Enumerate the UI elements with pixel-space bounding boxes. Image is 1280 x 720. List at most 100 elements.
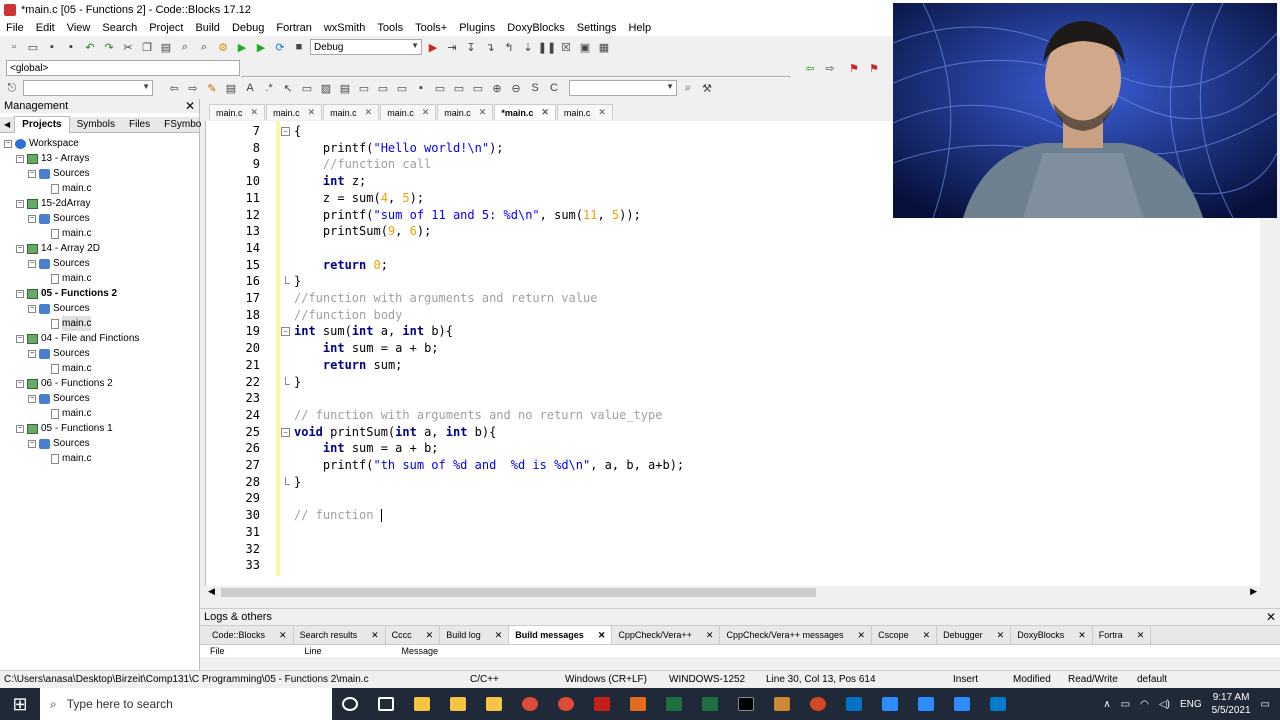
menu-help[interactable]: Help xyxy=(622,22,657,34)
step-into-icon[interactable]: ↴ xyxy=(482,39,498,55)
task-view-icon[interactable] xyxy=(368,688,404,720)
tab-symbols[interactable]: Symbols xyxy=(70,117,122,133)
collapse-icon[interactable]: − xyxy=(16,154,24,163)
code-line[interactable]: printf("th sum of %d and %d is %d\n", a,… xyxy=(294,458,684,472)
menu-view[interactable]: View xyxy=(61,22,97,34)
tree-node-src[interactable]: − Sources xyxy=(0,391,199,406)
network-icon[interactable]: ▭ xyxy=(1121,699,1130,710)
collapse-icon[interactable]: − xyxy=(28,304,36,313)
menu-project[interactable]: Project xyxy=(143,22,189,34)
code-line[interactable]: return 0; xyxy=(294,258,388,272)
menu-settings[interactable]: Settings xyxy=(571,22,623,34)
zoom2-icon[interactable] xyxy=(908,688,944,720)
col-message[interactable]: Message xyxy=(402,645,439,657)
align2-icon[interactable]: ▭ xyxy=(375,80,391,96)
tree-node-file[interactable]: main.c xyxy=(0,226,199,241)
jump-forward-icon[interactable]: ⇨ xyxy=(822,60,838,76)
menu-plugins[interactable]: Plugins xyxy=(453,22,501,34)
close-tab-icon[interactable]: ✕ xyxy=(598,107,606,118)
logs-tab[interactable]: CppCheck/Vera++ ✕ xyxy=(612,626,721,644)
chrome2-icon[interactable] xyxy=(548,688,584,720)
zoom-icon[interactable] xyxy=(872,688,908,720)
bookmark-toggle-icon[interactable]: ⚑ xyxy=(846,60,862,76)
regex-icon[interactable]: .* xyxy=(261,80,277,96)
redo-icon[interactable]: ↷ xyxy=(101,39,117,55)
info-icon[interactable]: ▦ xyxy=(596,39,612,55)
menu-file[interactable]: File xyxy=(0,22,30,34)
collapse-icon[interactable]: − xyxy=(16,199,24,208)
pause-icon[interactable]: ❚❚ xyxy=(538,39,556,55)
frame-icon[interactable]: ▭ xyxy=(432,80,448,96)
build-gear-icon[interactable]: ⚙ xyxy=(215,39,231,55)
select-icon[interactable]: ▤ xyxy=(223,80,239,96)
tree-node-src[interactable]: − Sources xyxy=(0,166,199,181)
vscode-icon[interactable] xyxy=(980,688,1016,720)
save-icon[interactable]: ▪ xyxy=(44,39,60,55)
code-line[interactable]: int sum = a + b; xyxy=(294,341,439,355)
menu-fortran[interactable]: Fortran xyxy=(270,22,317,34)
col-line[interactable]: Line xyxy=(305,645,322,657)
menu-search[interactable]: Search xyxy=(96,22,143,34)
image-icon[interactable]: ▨ xyxy=(318,80,334,96)
tree-node-proj[interactable]: − 15-2dArray xyxy=(0,196,199,211)
jump-back-icon[interactable]: ⇦ xyxy=(802,60,818,76)
close-tab-icon[interactable]: ✕ xyxy=(251,107,259,118)
tree-node-file[interactable]: main.c xyxy=(0,316,199,331)
tree-node-file[interactable]: main.c xyxy=(0,271,199,286)
replace-icon[interactable]: ⌕ xyxy=(196,39,212,55)
logs-tab[interactable]: DoxyBlocks ✕ xyxy=(1011,626,1093,644)
tree-node-proj[interactable]: − 13 - Arrays xyxy=(0,151,199,166)
zoom3-icon[interactable] xyxy=(944,688,980,720)
build-target-select[interactable]: Debug ▼ xyxy=(310,39,422,55)
close-tab-icon[interactable]: ✕ xyxy=(371,630,379,641)
logs-tab[interactable]: Fortra ✕ xyxy=(1093,626,1152,644)
close-tab-icon[interactable]: ✕ xyxy=(279,630,287,641)
tree-node-file[interactable]: main.c xyxy=(0,406,199,421)
close-tab-icon[interactable]: ✕ xyxy=(997,630,1005,641)
tree-node-file[interactable]: main.c xyxy=(0,181,199,196)
tab-fsymbols[interactable]: FSymbo xyxy=(157,117,208,133)
code-line[interactable]: //function with arguments and return val… xyxy=(294,291,597,305)
code-line[interactable]: } xyxy=(294,375,301,389)
undo-icon[interactable]: ↶ xyxy=(82,39,98,55)
tree-node-src[interactable]: − Sources xyxy=(0,301,199,316)
next-line-icon[interactable]: ↧ xyxy=(463,39,479,55)
tree-node-proj[interactable]: − 05 - Functions 1 xyxy=(0,421,199,436)
tab-files[interactable]: Files xyxy=(122,117,157,133)
editor-horizontal-scrollbar[interactable]: ◀ ▶ xyxy=(205,586,1260,600)
code-line[interactable]: // function xyxy=(294,508,382,523)
collapse-icon[interactable]: − xyxy=(16,289,24,298)
tree-node-src[interactable]: − Sources xyxy=(0,436,199,451)
find-icon[interactable]: ⌕ xyxy=(177,39,193,55)
windows-start-icon[interactable]: ⊞ xyxy=(0,688,40,720)
frame3-icon[interactable]: ▭ xyxy=(470,80,486,96)
chrome-icon[interactable] xyxy=(512,688,548,720)
build-and-run-icon[interactable]: ▶ xyxy=(253,39,269,55)
code-line[interactable]: } xyxy=(294,274,301,288)
codeblocks-active-icon[interactable] xyxy=(764,688,800,720)
close-tab-icon[interactable]: ✕ xyxy=(422,107,430,118)
code-line[interactable]: printSum(9, 6); xyxy=(294,224,431,238)
stop-debug-icon[interactable]: ☒ xyxy=(558,39,574,55)
zoom-out-icon[interactable]: ⊖ xyxy=(508,80,524,96)
bookmark-prev-icon[interactable]: ⚑ xyxy=(866,60,882,76)
excel-icon[interactable] xyxy=(656,688,692,720)
rebuild-icon[interactable]: ⟳ xyxy=(272,39,288,55)
editor-tab[interactable]: main.c ✕ xyxy=(323,104,380,120)
menu-debug[interactable]: Debug xyxy=(226,22,270,34)
step-out-icon[interactable]: ↰ xyxy=(501,39,517,55)
notifications-icon[interactable]: ▭ xyxy=(1261,699,1270,710)
cut-icon[interactable]: ✂ xyxy=(120,39,136,55)
close-icon[interactable]: ✕ xyxy=(185,99,195,113)
col-file[interactable]: File xyxy=(210,645,225,657)
menu-tools-plus[interactable]: Tools+ xyxy=(409,22,453,34)
codeblocks-icon[interactable] xyxy=(620,688,656,720)
collapse-icon[interactable]: − xyxy=(16,379,24,388)
logs-tab[interactable]: Cscope ✕ xyxy=(872,626,938,644)
editor-tab[interactable]: main.c ✕ xyxy=(209,104,266,120)
debug-windows-icon[interactable]: ▣ xyxy=(577,39,593,55)
close-tab-icon[interactable]: ✕ xyxy=(1137,630,1145,641)
clock[interactable]: 9:17 AM 5/5/2021 xyxy=(1212,691,1251,717)
menu-build[interactable]: Build xyxy=(189,22,225,34)
chevron-up-icon[interactable]: ∧ xyxy=(1103,699,1110,710)
